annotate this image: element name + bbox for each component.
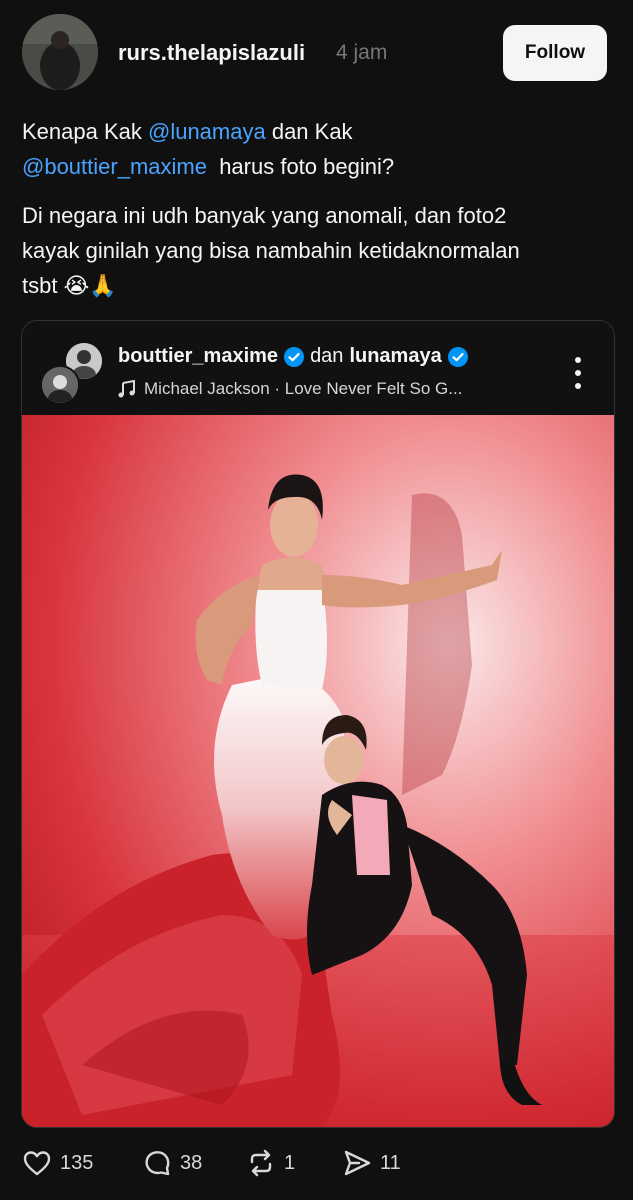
share-action[interactable]: 11 [342,1148,401,1178]
action-bar: 135 38 1 11 [0,1142,633,1192]
embed-header: bouttier_maxime dan lunamaya Michael Jac… [22,321,614,415]
verified-icon [284,346,305,367]
embed-user2[interactable]: lunamaya [349,345,441,368]
embedded-post[interactable]: bouttier_maxime dan lunamaya Michael Jac… [21,320,615,1128]
like-action[interactable]: 135 [22,1148,93,1178]
reposts-count: 1 [284,1151,296,1174]
embed-user1[interactable]: bouttier_maxime [118,345,278,368]
music-title: Michael Jackson · Love Never Felt So G..… [144,379,463,398]
post-paragraph-2: Di negara ini udh banyak yang anomali, d… [22,203,520,298]
text-fragment: dan Kak [265,119,353,144]
post-text: Kenapa Kak @lunamaya dan Kak @bouttier_m… [22,114,612,317]
music-info[interactable]: Michael Jackson · Love Never Felt So G..… [118,379,462,399]
collab-avatars[interactable] [40,341,104,405]
replies-count: 38 [180,1151,203,1174]
post-photo[interactable] [22,415,614,1127]
embed-usernames: bouttier_maxime dan lunamaya [118,345,468,368]
mention-bouttier-maxime[interactable]: @bouttier_maxime [22,154,207,179]
reply-icon [145,1151,170,1176]
post-paragraph-1: Kenapa Kak @lunamaya dan Kak @bouttier_m… [22,114,612,184]
username[interactable]: rurs.thelapislazuli [118,40,305,66]
user-avatar[interactable] [22,14,98,90]
reply-action[interactable]: 38 [142,1148,202,1178]
avatar-lunamaya [40,365,80,405]
post-time: 4 jam [336,41,388,64]
repost-icon [250,1149,272,1177]
text-fragment: harus foto begini? [206,154,395,179]
post-header: rurs.thelapislazuli 4 jam Follow [0,0,633,100]
follow-button[interactable]: Follow [503,25,607,81]
heart-icon [23,1151,51,1176]
embed-conjunction: dan [310,345,344,367]
music-note-icon [118,380,135,398]
repost-action[interactable]: 1 [246,1148,295,1178]
mention-lunamaya[interactable]: @lunamaya [148,119,266,144]
shares-count: 11 [380,1151,401,1174]
text-fragment: Kenapa Kak [22,119,148,144]
verified-icon [447,346,468,367]
likes-count: 135 [60,1151,94,1174]
share-icon [344,1150,371,1176]
more-icon[interactable] [570,355,586,391]
